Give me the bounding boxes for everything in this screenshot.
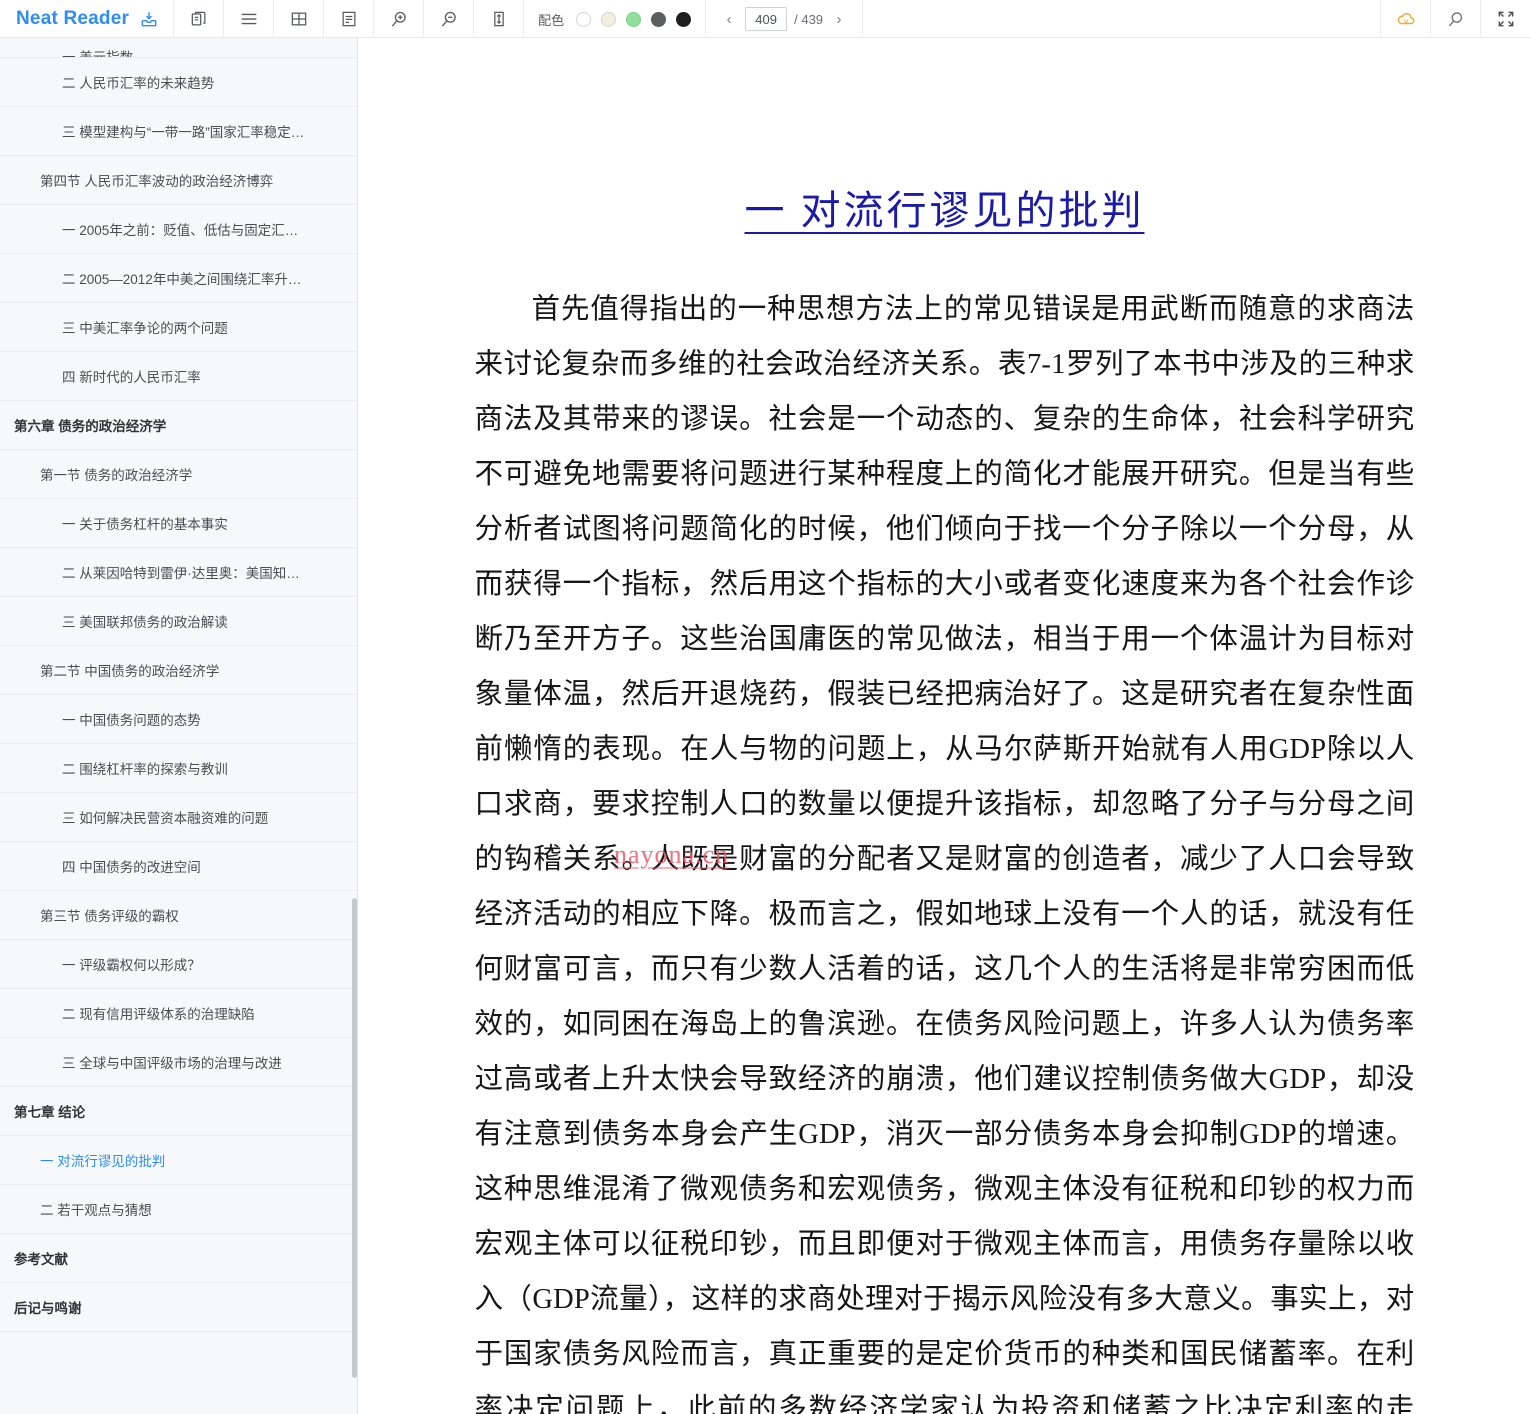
document-icon[interactable]	[323, 0, 373, 38]
page-title: 一 对流行谬见的批判	[744, 188, 1145, 233]
body-paragraph: 首先值得指出的一种思想方法上的常见错误是用武断而随意的求商法来讨论复杂而多维的社…	[474, 294, 1415, 1414]
toc-item-label: 一 美元指数	[62, 50, 134, 58]
toc-item[interactable]: 第四节 人民币汇率波动的政治经济博弈	[0, 156, 357, 205]
save-inbox-icon[interactable]	[139, 9, 159, 29]
toc-item[interactable]: 四 新时代的人民币汇率	[0, 352, 357, 401]
toc-item[interactable]: 二 从莱因哈特到雷伊·达里奥：美国知…	[0, 548, 357, 597]
toc-item-label: 一 2005年之前：贬值、低估与固定汇…	[62, 223, 299, 238]
page-number-input[interactable]	[745, 7, 788, 31]
toc-item[interactable]: 第三节 债务评级的霸权	[0, 891, 357, 940]
grid-layout-icon[interactable]	[273, 0, 323, 38]
sidebar-scrollbar[interactable]	[352, 38, 357, 1414]
toc-item[interactable]: 二 围绕杠杆率的探索与教训	[0, 744, 357, 793]
menu-icon[interactable]	[223, 0, 273, 38]
toc-item[interactable]: 第六章 债务的政治经济学	[0, 401, 357, 450]
toc-item[interactable]: 一 2005年之前：贬值、低估与固定汇…	[0, 205, 357, 254]
color-theme-group: 配色	[523, 0, 705, 38]
toc-item-label: 第六章 债务的政治经济学	[14, 419, 167, 434]
toc-item-label: 后记与鸣谢	[14, 1301, 82, 1316]
toolbar-right-group	[1380, 0, 1530, 38]
toc-item-label: 四 中国债务的改进空间	[62, 860, 201, 875]
toc-item-label: 二 2005—2012年中美之间围绕汇率升…	[62, 272, 302, 287]
theme-cream-swatch[interactable]	[601, 11, 617, 27]
top-toolbar: Neat Reader 配色 ‹ 409 / 439 ›	[0, 0, 1530, 38]
neat-reader-app: Neat Reader 配色 ‹ 409 / 439 › 一 美元指数 二 人民…	[0, 0, 1530, 1414]
toc-sidebar[interactable]: 一 美元指数二 人民币汇率的未来趋势三 模型建构与“一带一路”国家汇率稳定… 第四…	[0, 38, 358, 1414]
toc-item-label: 一 关于债务杠杆的基本事实	[62, 517, 228, 532]
page-navigation: ‹ / 439 ›	[705, 0, 862, 38]
search-icon[interactable]	[1430, 0, 1480, 38]
library-icon[interactable]	[173, 0, 223, 38]
theme-white-swatch[interactable]	[576, 11, 592, 27]
toc-item-label: 第二节 中国债务的政治经济学	[40, 664, 220, 679]
toc-item[interactable]: 后记与鸣谢	[0, 1283, 357, 1332]
toc-item[interactable]: 一 关于债务杠杆的基本事实	[0, 499, 357, 548]
toc-item-label: 第四节 人民币汇率波动的政治经济博弈	[40, 174, 274, 189]
toc-item-label: 二 围绕杠杆率的探索与教训	[62, 762, 228, 777]
toc-item[interactable]: 二 人民币汇率的未来趋势	[0, 58, 357, 107]
cloud-sync-icon[interactable]	[1380, 0, 1430, 38]
sidebar-scrollbar-thumb[interactable]	[352, 898, 357, 1378]
theme-black-swatch[interactable]	[676, 11, 692, 27]
toc-item[interactable]: 第七章 结论	[0, 1087, 357, 1136]
toc-item[interactable]: 二 现有信用评级体系的治理缺陷	[0, 989, 357, 1038]
fit-height-icon[interactable]	[473, 0, 523, 38]
toc-item[interactable]: 三 模型建构与“一带一路”国家汇率稳定…	[0, 107, 357, 156]
toc-item-label: 四 新时代的人民币汇率	[62, 370, 201, 385]
toc-item[interactable]: 一 中国债务问题的态势	[0, 695, 357, 744]
theme-green-swatch[interactable]	[626, 11, 642, 27]
toc-item[interactable]: 一 对流行谬见的批判	[0, 1136, 357, 1185]
toc-item[interactable]: 二 若干观点与猜想	[0, 1185, 357, 1234]
toc-item-label: 第一节 债务的政治经济学	[40, 468, 193, 483]
app-title: Neat Reader	[16, 7, 130, 29]
zoom-in-icon[interactable]	[373, 0, 423, 38]
toc-item[interactable]: 三 美国联邦债务的政治解读	[0, 597, 357, 646]
toc-item-label: 三 美国联邦债务的政治解读	[62, 615, 228, 630]
toc-item[interactable]: 参考文献	[0, 1234, 357, 1283]
toc-item[interactable]: 二 2005—2012年中美之间围绕汇率升…	[0, 254, 357, 303]
toc-item-label: 二 从莱因哈特到雷伊·达里奥：美国知…	[62, 566, 300, 581]
toc-item-label: 第七章 结论	[14, 1105, 86, 1120]
zoom-out-icon[interactable]	[423, 0, 473, 38]
toc-item-label: 一 评级霸权何以形成？	[62, 958, 201, 973]
page-total-label: / 439	[794, 11, 824, 27]
toc-item[interactable]: 第二节 中国债务的政治经济学	[0, 646, 357, 695]
next-page-button[interactable]: ›	[830, 6, 848, 32]
fullscreen-icon[interactable]	[1480, 0, 1530, 38]
toc-item[interactable]: 三 中美汇率争论的两个问题	[0, 303, 357, 352]
toc-item-label: 三 如何解决民营资本融资难的问题	[62, 811, 269, 826]
reader-content: 一 对流行谬见的批判 首先值得指出的一种思想方法上的常见错误是用武断而随意的求商…	[359, 38, 1530, 1414]
toc-item-label: 二 人民币汇率的未来趋势	[62, 76, 215, 91]
toolbar-spacer	[862, 0, 1380, 37]
color-theme-label: 配色	[538, 12, 565, 28]
book-page: 一 对流行谬见的批判 首先值得指出的一种思想方法上的常见错误是用武断而随意的求商…	[359, 178, 1530, 1414]
toc-item-label: 三 全球与中国评级市场的治理与改进	[62, 1056, 282, 1071]
toc-item[interactable]: 第一节 债务的政治经济学	[0, 450, 357, 499]
toc-item[interactable]: 四 中国债务的改进空间	[0, 842, 357, 891]
toc-item-label: 二 若干观点与猜想	[40, 1203, 152, 1218]
prev-page-button[interactable]: ‹	[720, 6, 738, 32]
toc-item-label: 二 现有信用评级体系的治理缺陷	[62, 1007, 255, 1022]
theme-gray-swatch[interactable]	[651, 11, 667, 27]
toc-item-label: 一 对流行谬见的批判	[40, 1154, 166, 1169]
view-tools-group	[173, 0, 523, 38]
toc-item-label: 参考文献	[14, 1252, 68, 1267]
toc-item[interactable]: 一 美元指数	[0, 38, 357, 58]
toc-item-label: 一 中国债务问题的态势	[62, 713, 201, 728]
toc-item[interactable]: 一 评级霸权何以形成？	[0, 940, 357, 989]
toc-list: 一 美元指数二 人民币汇率的未来趋势三 模型建构与“一带一路”国家汇率稳定… 第四…	[0, 38, 357, 1332]
toc-item[interactable]: 三 如何解决民营资本融资难的问题	[0, 793, 357, 842]
toc-item-label: 三 模型建构与“一带一路”国家汇率稳定…	[62, 125, 305, 140]
toc-item-label: 三 中美汇率争论的两个问题	[62, 321, 228, 336]
toc-item-label: 第三节 债务评级的霸权	[40, 909, 179, 924]
app-brand: Neat Reader	[0, 0, 173, 37]
toc-item[interactable]: 三 全球与中国评级市场的治理与改进	[0, 1038, 357, 1087]
